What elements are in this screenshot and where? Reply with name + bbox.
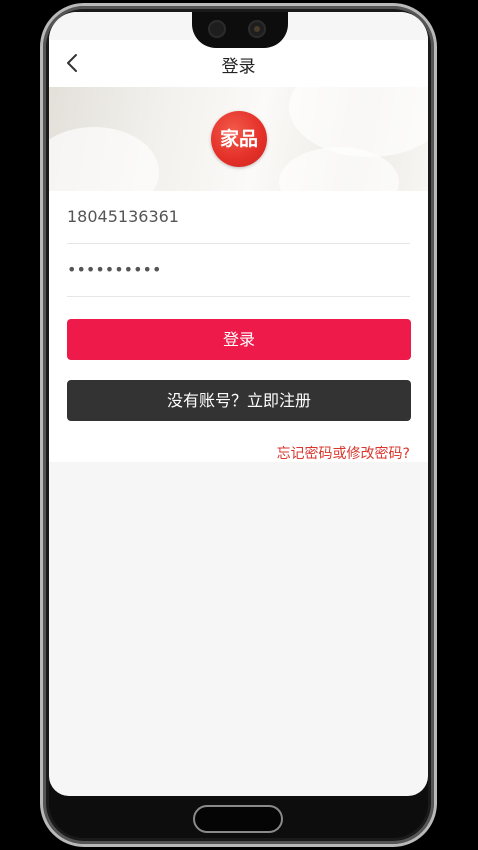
phone-input[interactable]: 18045136361	[67, 191, 410, 244]
register-button[interactable]: 没有账号？立即注册	[67, 380, 411, 421]
camera-icon	[248, 20, 266, 38]
login-form: 18045136361 •••••••••• 登录 没有账号？立即注册 忘记密码…	[49, 191, 428, 462]
password-input[interactable]: ••••••••••	[67, 244, 410, 297]
app-screen: 登录 家品 18045136361 •••••••••• 登录 没有账号？立即注…	[49, 12, 428, 796]
header-banner: 家品	[49, 87, 428, 191]
page-title: 登录	[221, 57, 256, 77]
sensor-icon	[208, 20, 226, 38]
forgot-password-link[interactable]: 忘记密码或修改密码?	[277, 443, 410, 463]
phone-notch	[192, 12, 288, 48]
banner-petal-decoration	[289, 87, 428, 157]
login-button[interactable]: 登录	[67, 319, 411, 360]
home-button[interactable]	[193, 805, 283, 833]
banner-petal-decoration	[49, 127, 159, 191]
app-logo: 家品	[211, 111, 267, 167]
